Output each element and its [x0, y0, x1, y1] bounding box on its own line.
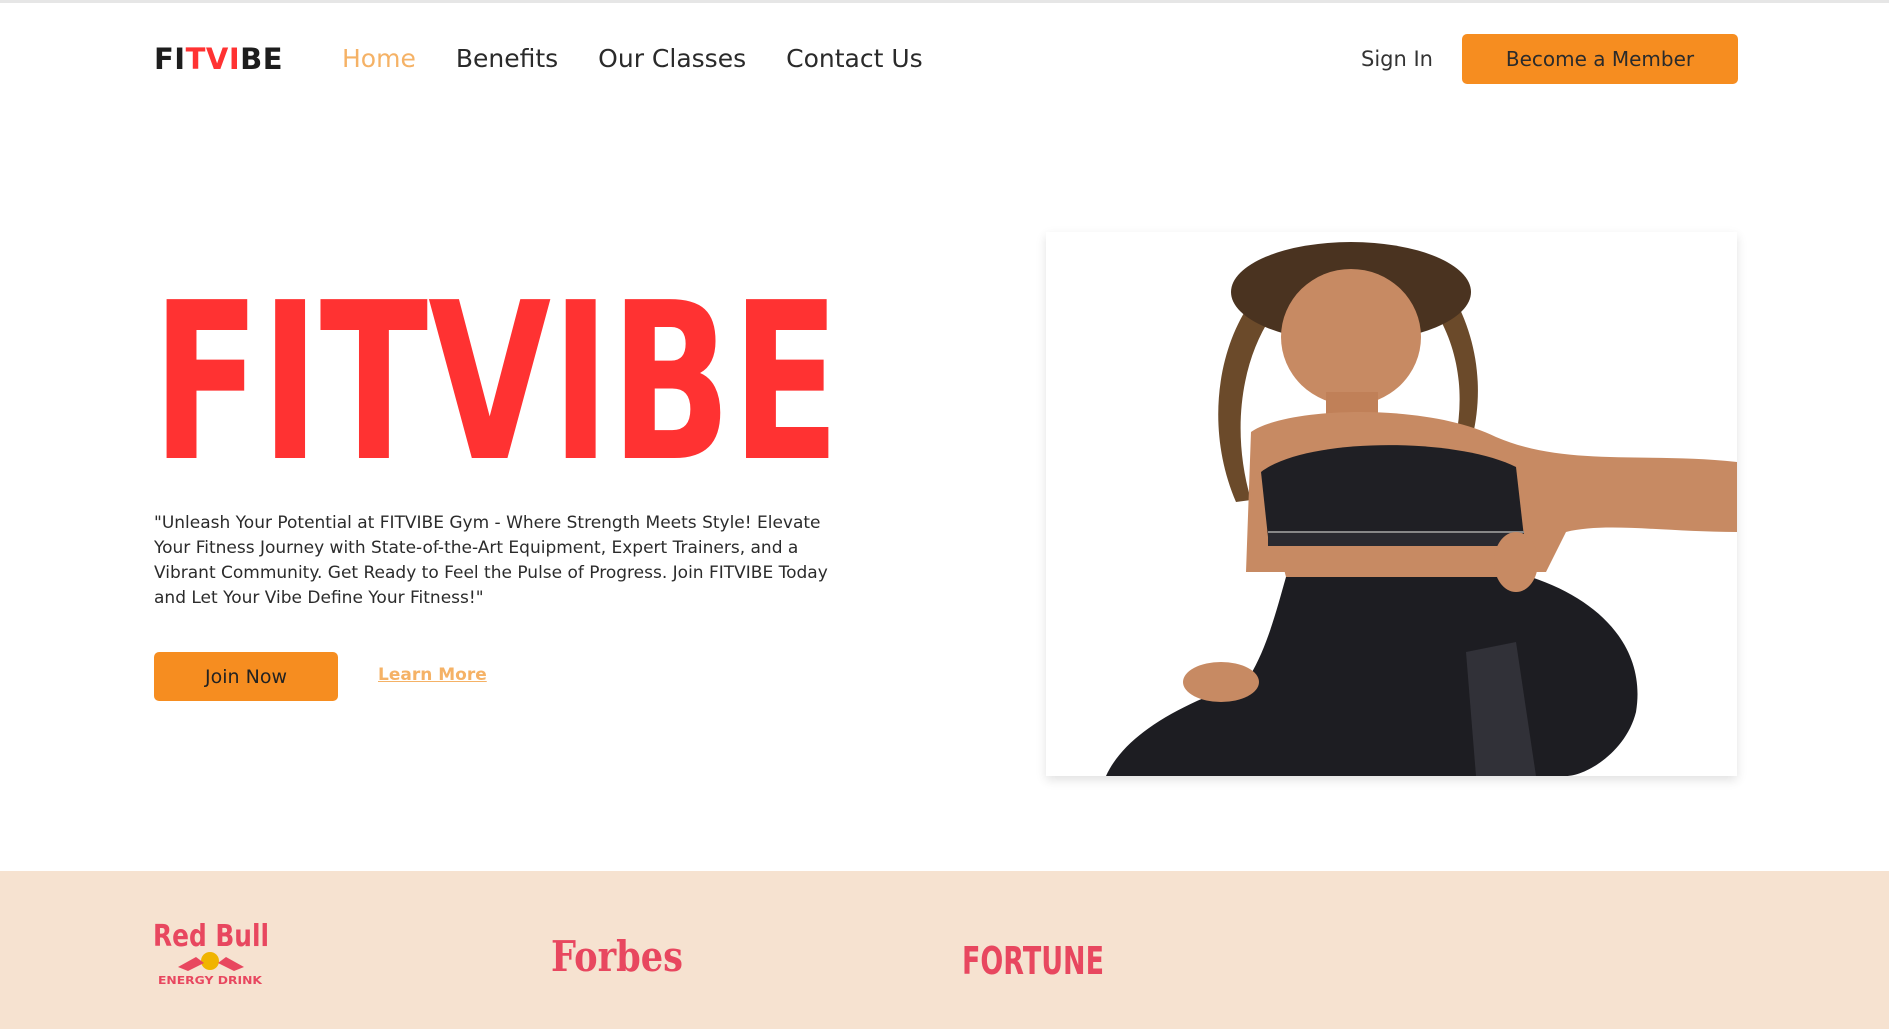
athlete-photo [1046, 232, 1737, 776]
nav-link-contact-us[interactable]: Contact Us [786, 44, 923, 73]
hero-title-text: FITVIBE [152, 268, 840, 478]
fortune-logo: FORTUNE [962, 939, 1104, 981]
svg-text:FORTUNE: FORTUNE [962, 939, 1104, 981]
nav-link-our-classes[interactable]: Our Classes [598, 44, 746, 73]
become-member-button[interactable]: Become a Member [1462, 34, 1738, 84]
site-logo[interactable]: FITVIBE [154, 42, 283, 76]
svg-text:Forbes: Forbes [551, 932, 683, 981]
svg-text:Red Bull: Red Bull [153, 919, 269, 954]
forbes-logo: Forbes [551, 932, 683, 981]
logo-text-highlight: TVI [185, 42, 241, 76]
nav-link-home[interactable]: Home [342, 44, 416, 73]
logo-text-start: FI [154, 42, 186, 76]
partner-brands-strip: Red Bull ENERGY DRINK Forbes FORTUNE [0, 871, 1889, 1029]
sign-in-link[interactable]: Sign In [1361, 47, 1433, 71]
hero-description: "Unleash Your Potential at FITVIBE Gym -… [154, 513, 828, 608]
nav-links: Home Benefits Our Classes Contact Us [342, 44, 963, 73]
redbull-logo: Red Bull ENERGY DRINK [153, 919, 269, 987]
svg-text:ENERGY DRINK: ENERGY DRINK [158, 974, 263, 987]
nav-link-benefits[interactable]: Benefits [456, 44, 558, 73]
logo-text-end: BE [240, 42, 284, 76]
hero-photo-card [1046, 232, 1737, 776]
top-border [0, 0, 1889, 3]
join-now-button[interactable]: Join Now [154, 652, 338, 701]
top-navigation: FITVIBE Home Benefits Our Classes Contac… [154, 34, 1738, 86]
hero-title: FITVIBE [152, 268, 840, 478]
learn-more-link[interactable]: Learn More [378, 665, 487, 685]
